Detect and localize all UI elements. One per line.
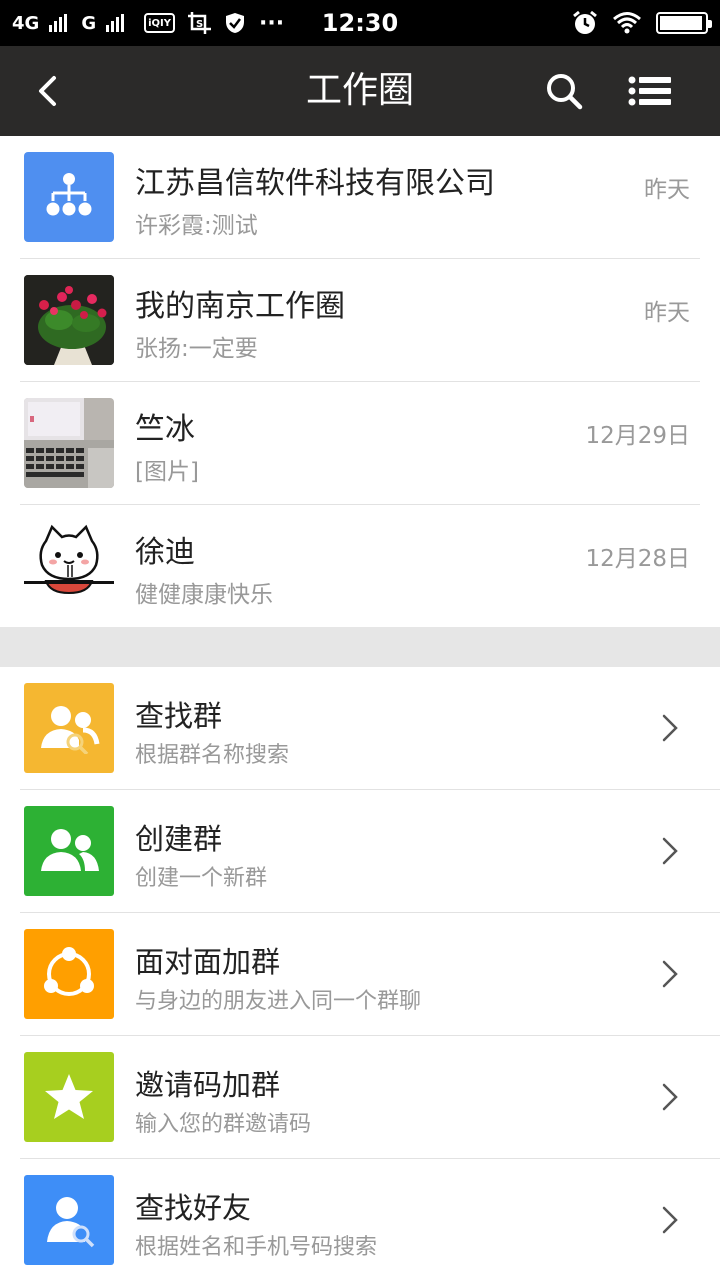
chevron-right-icon (662, 1083, 678, 1111)
action-title: 面对面加群 (135, 945, 281, 979)
group-actions-list: 查找群 根据群名称搜索 创建群 创建一个新群 面对面加群 与身边的朋友进入同一个… (0, 667, 720, 1280)
list-item[interactable]: 竺冰 [图片] 12月29日 (0, 382, 720, 505)
circle-time: 12月28日 (585, 546, 690, 572)
title-bar: 工作圈 (0, 46, 720, 136)
circle-name: 徐迪 (135, 535, 195, 570)
circle-preview: 张扬:一定要 (135, 336, 258, 362)
chevron-right-icon (662, 714, 678, 742)
circle-name: 我的南京工作圈 (135, 289, 345, 324)
alarm-icon (572, 10, 598, 36)
status-right (572, 0, 712, 46)
wifi-icon (612, 11, 642, 35)
search-group-icon (24, 683, 114, 773)
search-icon (547, 74, 583, 110)
search-button[interactable] (536, 66, 592, 116)
battery-icon (656, 12, 712, 34)
list-item[interactable]: 我的南京工作圈 张扬:一定要 昨天 (0, 259, 720, 382)
chevron-right-icon (662, 837, 678, 865)
find-friend-row[interactable]: 查找好友 根据姓名和手机号码搜索 (0, 1159, 720, 1280)
circle-name: 江苏昌信软件科技有限公司 (135, 166, 495, 201)
find-group-row[interactable]: 查找群 根据群名称搜索 (0, 667, 720, 790)
face-to-face-row[interactable]: 面对面加群 与身边的朋友进入同一个群聊 (0, 913, 720, 1036)
status-bar: 4G G iQIY S ··· 12:30 (0, 0, 720, 46)
create-group-row[interactable]: 创建群 创建一个新群 (0, 790, 720, 913)
action-subtitle: 输入您的群邀请码 (135, 1112, 312, 1137)
chevron-right-icon (662, 960, 678, 988)
circle-preview: 许彩霞:测试 (135, 213, 258, 239)
action-title: 查找群 (135, 699, 223, 733)
create-group-icon (24, 806, 114, 896)
face-to-face-icon (24, 929, 114, 1019)
circle-time: 昨天 (644, 177, 690, 203)
action-subtitle: 根据群名称搜索 (135, 743, 290, 768)
list-item[interactable]: 江苏昌信软件科技有限公司 许彩霞:测试 昨天 (0, 136, 720, 259)
circle-preview: 健健康康快乐 (135, 582, 273, 608)
circle-time: 昨天 (644, 300, 690, 326)
action-subtitle: 根据姓名和手机号码搜索 (135, 1235, 378, 1260)
list-menu-icon (628, 76, 671, 106)
circle-name: 竺冰 (135, 412, 195, 447)
page-title: 工作圈 (305, 70, 414, 111)
action-subtitle: 与身边的朋友进入同一个群聊 (135, 989, 422, 1014)
chevron-right-icon (662, 1206, 678, 1234)
roses-photo (24, 275, 114, 365)
action-subtitle: 创建一个新群 (135, 866, 268, 891)
org-chart-icon (24, 152, 114, 242)
cat-noodles-avatar (24, 521, 114, 611)
invite-code-row[interactable]: 邀请码加群 输入您的群邀请码 (0, 1036, 720, 1159)
work-circle-list: 江苏昌信软件科技有限公司 许彩霞:测试 昨天 我的南京工作圈 张扬:一定要 昨天… (0, 136, 720, 628)
circle-time: 12月29日 (585, 423, 690, 449)
laptop-photo (24, 398, 114, 488)
action-title: 邀请码加群 (135, 1068, 281, 1102)
star-icon (24, 1052, 114, 1142)
list-item[interactable]: 徐迪 健健康康快乐 12月28日 (0, 505, 720, 628)
action-title: 查找好友 (135, 1191, 252, 1225)
section-divider (0, 627, 720, 667)
menu-button[interactable] (620, 66, 680, 116)
find-friend-icon (24, 1175, 114, 1265)
circle-preview: [图片] (135, 459, 199, 485)
action-title: 创建群 (135, 822, 223, 856)
